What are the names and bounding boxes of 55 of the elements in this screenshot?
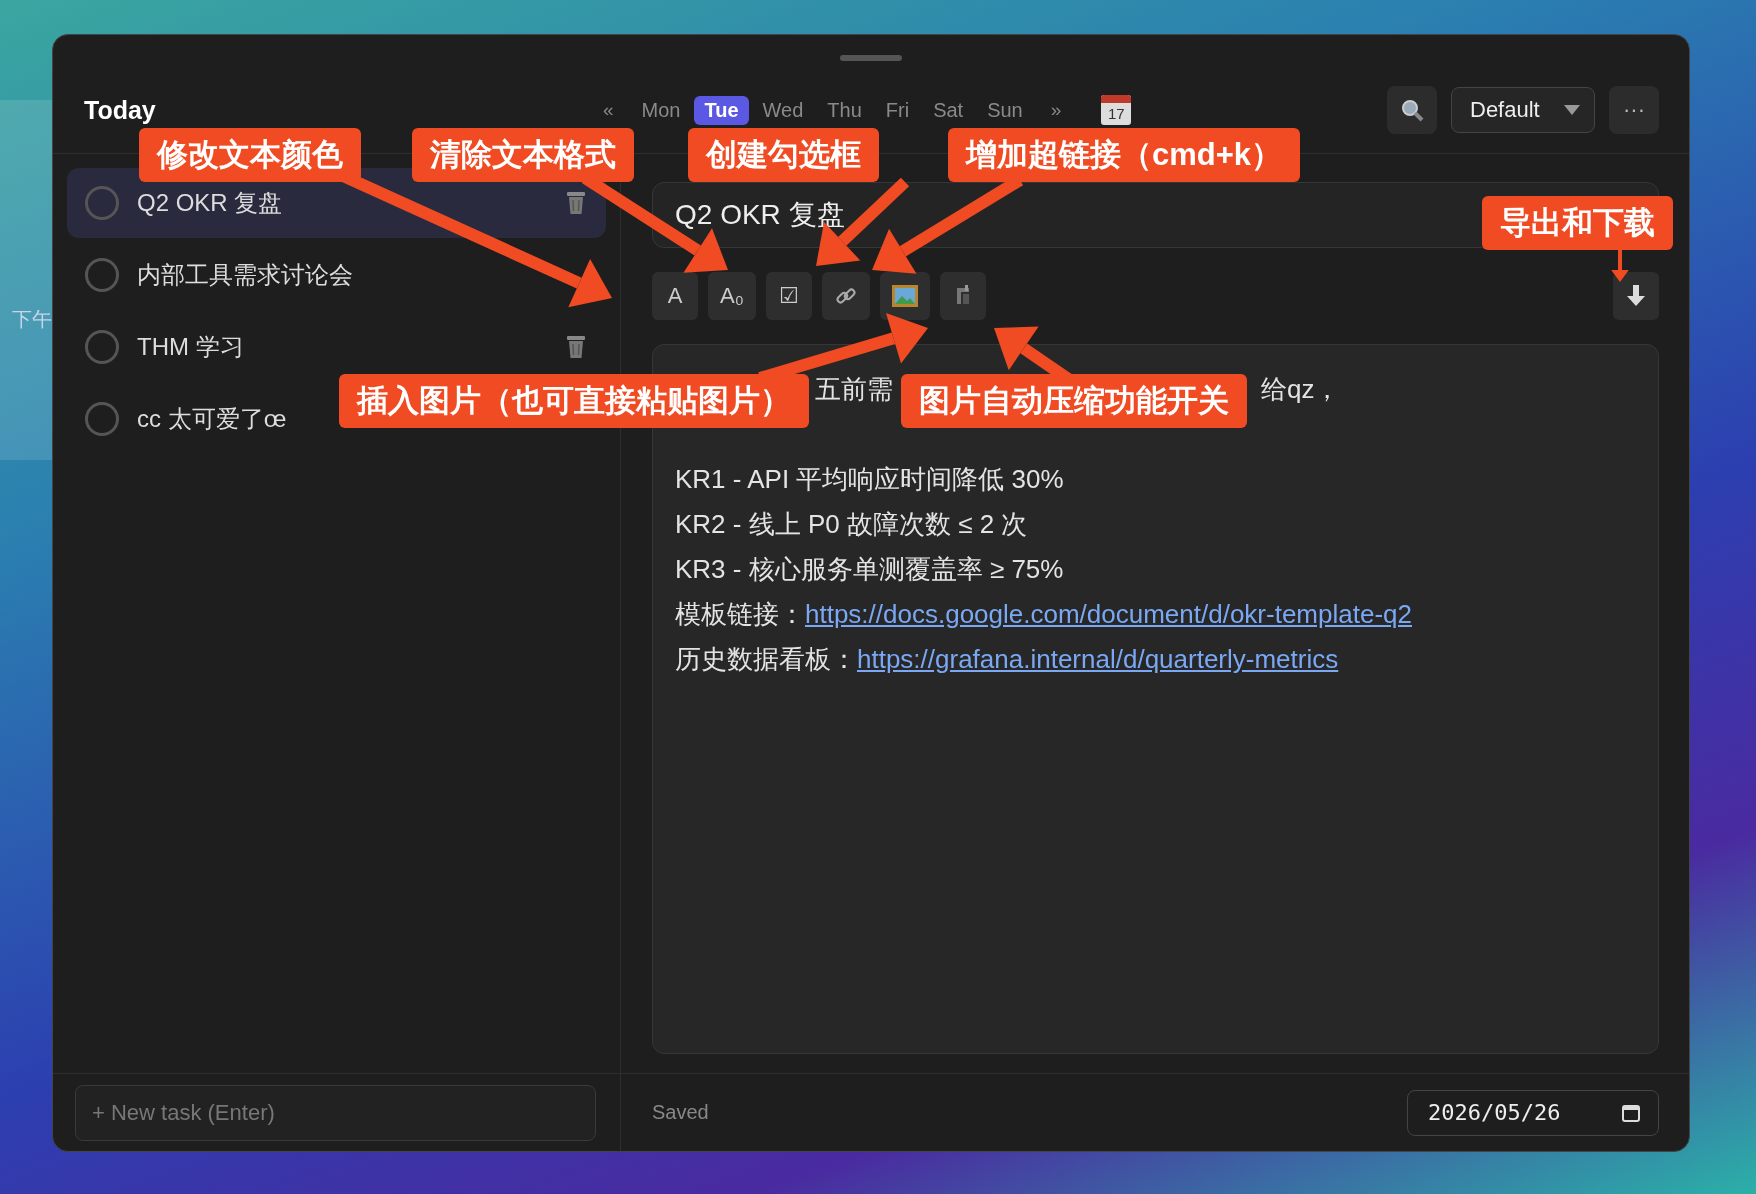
task-checkbox[interactable] — [85, 402, 119, 436]
task-checkbox[interactable] — [85, 258, 119, 292]
calendar-button[interactable]: 17 — [1101, 95, 1132, 125]
new-task-field[interactable]: + New task (Enter) — [75, 1084, 596, 1141]
body-line: KR3 - 核心服务单测覆盖率 ≥ 75% — [675, 553, 1065, 586]
callout-arrow — [1611, 250, 1629, 282]
insert-image-button[interactable] — [879, 272, 930, 320]
widget-time-label: 下午 — [12, 307, 52, 332]
format-button[interactable]: A₀ — [708, 272, 756, 320]
view-dropdown[interactable]: Default — [1451, 87, 1595, 133]
day-tab[interactable]: Fri — [875, 95, 920, 125]
day-tab[interactable]: Sun — [977, 95, 1033, 125]
day-tab[interactable]: Sat — [923, 95, 974, 125]
page-title: Today — [84, 95, 157, 125]
body-text-fragment: 给qz， — [1261, 373, 1341, 406]
link-button[interactable] — [821, 272, 870, 320]
link-label: 模板链接： — [675, 599, 805, 629]
format-button[interactable]: A — [652, 272, 698, 320]
annotation-tooltip: 修改文本颜色 — [139, 128, 361, 182]
task-item[interactable]: 内部工具需求讨论会 — [67, 240, 606, 310]
save-status: Saved — [652, 1101, 709, 1124]
task-checkbox[interactable] — [85, 330, 119, 364]
search-icon — [1400, 98, 1424, 122]
url-link[interactable]: https://docs.google.com/document/d/okr-template-q2 — [805, 599, 1412, 629]
format-button[interactable]: ☑ — [765, 272, 812, 320]
calendar-icon[interactable] — [1622, 1103, 1640, 1122]
day-tab[interactable]: Tue — [694, 95, 749, 125]
annotation-tooltip: 图片自动压缩功能开关 — [901, 374, 1247, 428]
body-line: KR1 - API 平均响应时间降低 30% — [675, 463, 1065, 496]
annotation-tooltip: 导出和下载 — [1482, 196, 1673, 250]
trash-icon[interactable] — [566, 191, 586, 215]
more-button[interactable]: ··· — [1609, 86, 1659, 134]
annotation-tooltip: 创建勾选框 — [688, 128, 879, 182]
day-tab[interactable]: Wed — [752, 95, 814, 125]
annotation-tooltip: 清除文本格式 — [412, 128, 634, 182]
annotation-tooltip: 增加超链接（cmd+k） — [948, 128, 1301, 182]
drag-handle[interactable] — [840, 55, 902, 61]
compress-toggle-button[interactable] — [939, 272, 986, 320]
dropdown-caret-icon — [1564, 105, 1580, 115]
framed-picture-icon — [891, 285, 918, 307]
link-label: 历史数据看板： — [675, 644, 857, 674]
day-tab[interactable]: Mon — [631, 95, 691, 125]
next-week-button[interactable]: » — [1036, 99, 1076, 121]
trash-icon[interactable] — [566, 335, 586, 359]
url-link[interactable]: https://grafana.internal/d/quarterly-metrics — [857, 644, 1339, 674]
search-button[interactable] — [1387, 86, 1437, 134]
annotation-tooltip: 插入图片（也可直接粘贴图片） — [339, 374, 809, 428]
body-line: KR2 - 线上 P0 故障次数 ≤ 2 次 — [675, 508, 1029, 541]
task-checkbox[interactable] — [85, 186, 119, 220]
previous-week-button[interactable]: « — [589, 99, 628, 121]
download-icon — [1627, 285, 1645, 307]
body-text-fragment: 五前需 — [815, 373, 893, 406]
download-button[interactable] — [1613, 272, 1659, 320]
day-tab[interactable]: Thu — [817, 95, 872, 125]
date-field[interactable]: 2026/05/26 — [1407, 1089, 1659, 1136]
